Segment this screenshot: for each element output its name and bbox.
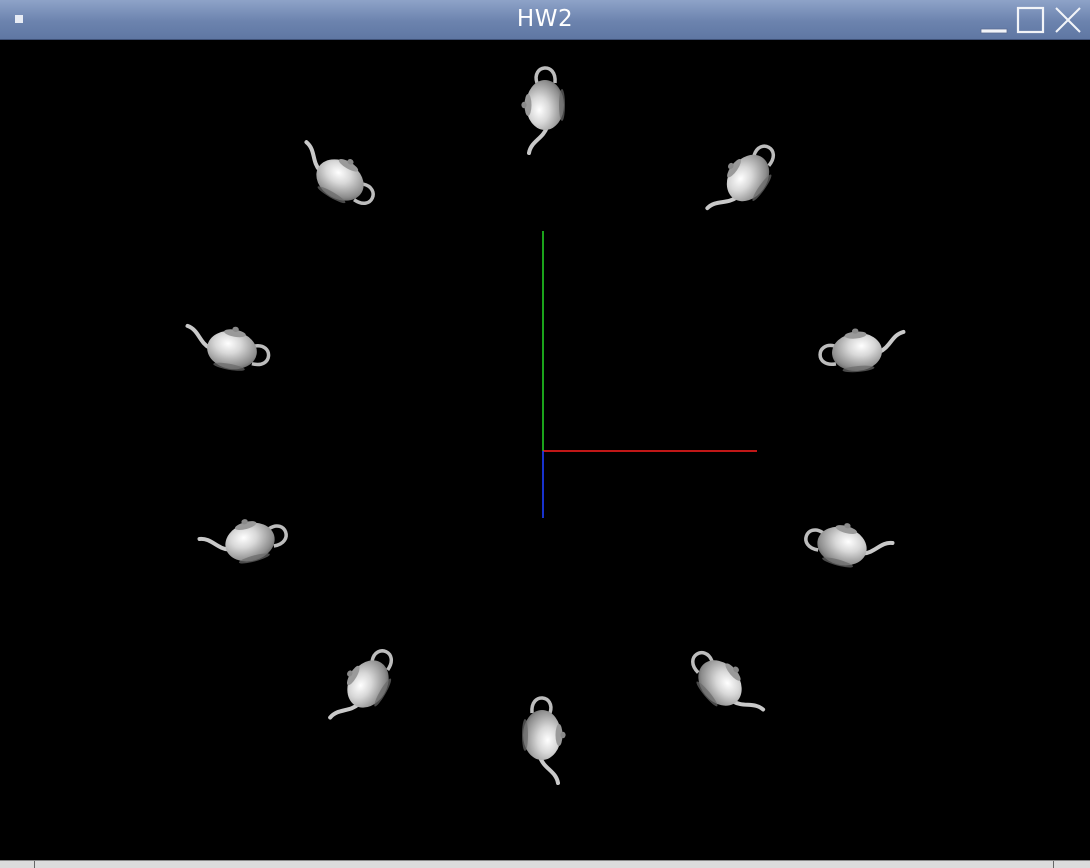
teapot-3: [816, 322, 909, 378]
close-icon[interactable]: [1053, 5, 1083, 35]
teapot-8: [195, 507, 293, 576]
teapot-5: [678, 637, 771, 735]
teapot-7: [321, 638, 406, 738]
maximize-icon[interactable]: [1016, 5, 1046, 35]
minimize-icon[interactable]: [980, 5, 1010, 35]
teapot-4: [799, 511, 897, 580]
app-window: HW2: [0, 0, 1090, 868]
window-bottom-border[interactable]: [0, 860, 1090, 868]
title-bar[interactable]: HW2: [0, 0, 1090, 40]
teapot-9: [179, 316, 275, 379]
resize-handle-right[interactable]: [1053, 861, 1090, 868]
opengl-viewport[interactable]: [0, 40, 1090, 860]
teapot-10: [286, 133, 386, 218]
teapot-1: [519, 65, 567, 155]
resize-handle-left[interactable]: [0, 861, 35, 868]
window-title: HW2: [516, 6, 574, 32]
teapot-ring: [179, 65, 909, 785]
coordinate-axes: [542, 231, 757, 518]
teapot-2: [699, 132, 788, 231]
teapot-6: [520, 695, 568, 785]
